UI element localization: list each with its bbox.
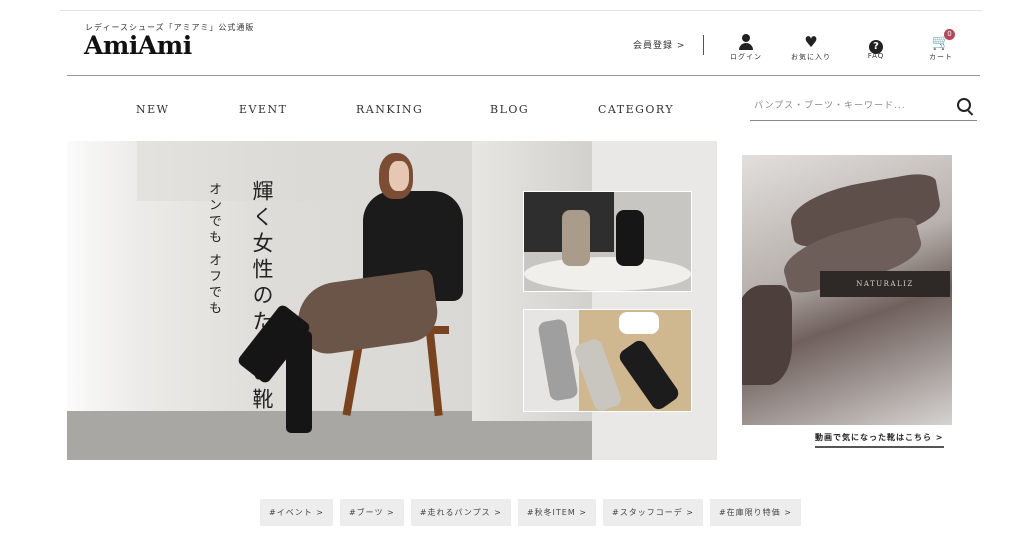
search-bar bbox=[750, 93, 977, 121]
nav-ranking[interactable]: RANKING bbox=[356, 103, 423, 116]
hashtag-event[interactable]: #イベント > bbox=[260, 499, 333, 526]
cart-count-badge: 0 bbox=[944, 29, 955, 40]
model-boot bbox=[286, 331, 312, 433]
nav-new[interactable]: NEW bbox=[136, 103, 169, 116]
heart-icon: ♥ bbox=[804, 33, 818, 51]
model-face bbox=[389, 161, 409, 191]
video-thumbnail[interactable]: NATURALIZ bbox=[742, 155, 952, 425]
hashtag-staff-coordinate[interactable]: #スタッフコーデ > bbox=[603, 499, 703, 526]
register-link[interactable]: 会員登録 > bbox=[633, 38, 685, 51]
hashtag-list: #イベント > #ブーツ > #走れるパンプス > #秋冬ITEM > #スタッ… bbox=[260, 499, 801, 526]
hero-banner[interactable]: 輝く女性のための靴 オンでも オフでも bbox=[67, 141, 717, 460]
hashtag-boots[interactable]: #ブーツ > bbox=[339, 499, 404, 526]
hashtag-autumn-winter[interactable]: #秋冬ITEM > bbox=[517, 499, 597, 526]
person-icon bbox=[721, 34, 771, 50]
faq-icon: ? bbox=[851, 34, 901, 54]
nav-event[interactable]: EVENT bbox=[239, 103, 287, 116]
favorites-button[interactable]: ♥ お気に入り bbox=[786, 34, 836, 62]
hero-subline: オンでも オフでも bbox=[206, 182, 221, 318]
hashtag-running-pumps[interactable]: #走れるパンプス > bbox=[410, 499, 511, 526]
site-logo[interactable]: AmiAmi bbox=[84, 31, 192, 60]
search-input[interactable] bbox=[750, 94, 944, 118]
cart-label: カート bbox=[929, 53, 953, 61]
cart-button[interactable]: 🛒 0 カート bbox=[916, 29, 966, 62]
header-divider-line bbox=[67, 75, 980, 76]
boots-photo bbox=[523, 191, 692, 292]
header-divider bbox=[703, 35, 704, 55]
video-caption-link[interactable]: 動画で気になった靴はこちら > bbox=[815, 432, 944, 448]
search-icon[interactable] bbox=[957, 98, 971, 112]
faq-button[interactable]: ? FAQ bbox=[851, 34, 901, 60]
nav-blog[interactable]: BLOG bbox=[490, 103, 529, 116]
hero-right-panel bbox=[592, 141, 717, 460]
favorites-label: お気に入り bbox=[791, 53, 831, 61]
login-label: ログイン bbox=[730, 53, 762, 61]
flats-photo bbox=[523, 309, 692, 412]
hashtag-clearance[interactable]: #在庫限り特価 > bbox=[709, 499, 801, 526]
nav-category[interactable]: CATEGORY bbox=[598, 103, 674, 116]
hero-curtain bbox=[67, 141, 137, 411]
top-border bbox=[60, 10, 982, 11]
shoe-image bbox=[742, 285, 792, 385]
cart-icon: 🛒 0 bbox=[916, 29, 966, 50]
login-button[interactable]: ログイン bbox=[721, 34, 771, 62]
shoe-box-label: NATURALIZ bbox=[820, 271, 950, 297]
